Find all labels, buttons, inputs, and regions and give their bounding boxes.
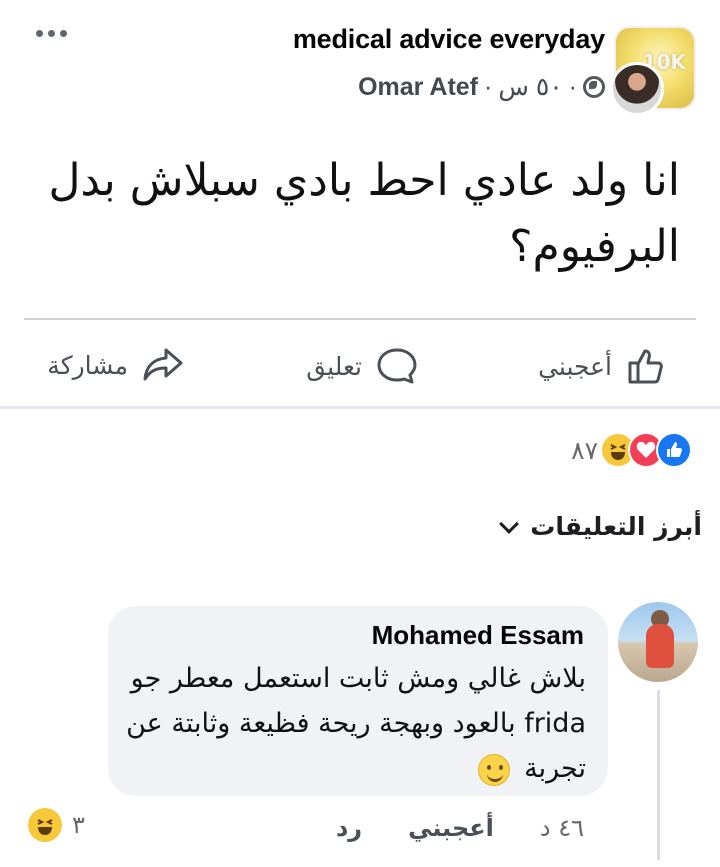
divider xyxy=(24,318,696,320)
commenter-avatar[interactable] xyxy=(618,602,698,682)
comment-like-button[interactable]: أعجبني xyxy=(408,814,494,842)
comment-text: بلاش غالي ومش ثابت استعمل معطر جو frida … xyxy=(106,656,586,791)
meta-separator: · xyxy=(484,72,493,101)
commenter-name[interactable]: Mohamed Essam xyxy=(372,620,584,651)
group-name[interactable]: medical advice everyday xyxy=(293,24,605,55)
comment-time[interactable]: ٤٦ د xyxy=(540,814,584,842)
post-text: انا ولد عادي احط بادي سبلاش بدل البرفيوم… xyxy=(48,155,680,272)
section-divider xyxy=(0,406,720,409)
comment-actions: ٤٦ د أعجبني رد xyxy=(336,814,584,842)
comment-reaction-count: ٣ xyxy=(72,811,85,839)
share-arrow-icon xyxy=(143,348,183,381)
smile-icon xyxy=(477,753,510,786)
chevron-down-icon xyxy=(499,513,520,534)
more-options-icon[interactable] xyxy=(36,30,67,37)
globe-icon xyxy=(583,76,605,98)
thread-line xyxy=(657,690,660,860)
haha-icon xyxy=(28,808,62,842)
reaction-count[interactable]: ٨٧ xyxy=(571,436,598,465)
meta-separator-2: · xyxy=(568,72,577,101)
like-button[interactable]: أعجبني xyxy=(538,346,666,386)
comment-bubble-icon xyxy=(377,348,417,384)
comment-button[interactable]: تعليق xyxy=(306,346,418,386)
comments-filter-dropdown[interactable]: أبرز التعليقات xyxy=(499,512,702,541)
comment-reply-button[interactable]: رد xyxy=(336,814,362,842)
author-avatar[interactable] xyxy=(610,62,664,116)
reaction-summary[interactable]: ٨٧ xyxy=(571,432,692,468)
comments-filter-label: أبرز التعليقات xyxy=(530,512,702,541)
thumbs-up-icon xyxy=(628,349,663,384)
post-meta: Omar Atef · ٥٠ س · xyxy=(358,72,605,102)
comment-body: بلاش غالي ومش ثابت استعمل معطر جو frida … xyxy=(126,663,586,784)
share-label: مشاركة xyxy=(47,350,128,380)
post-time[interactable]: ٥٠ س xyxy=(498,72,562,102)
comment-label: تعليق xyxy=(306,351,362,381)
share-button[interactable]: مشاركة xyxy=(47,346,184,384)
like-icon xyxy=(656,432,692,468)
author-name[interactable]: Omar Atef xyxy=(358,73,478,102)
comment-reaction-summary[interactable]: ٣ xyxy=(28,808,85,842)
like-label: أعجبني xyxy=(538,351,612,381)
